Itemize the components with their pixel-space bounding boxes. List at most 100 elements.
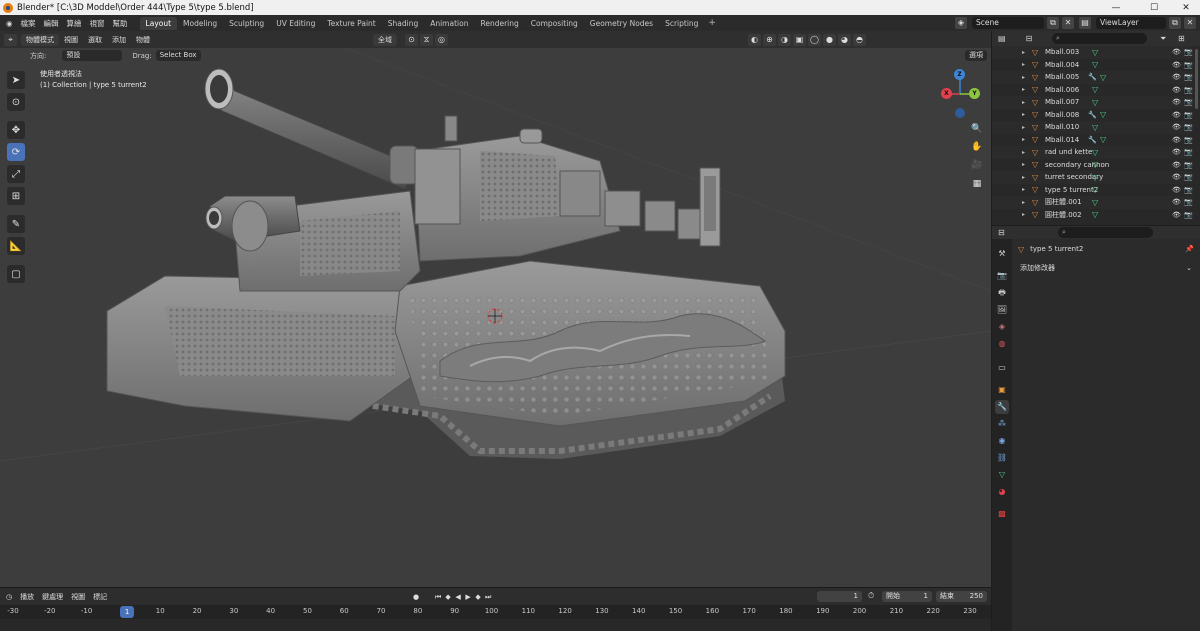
tab-texture-paint[interactable]: Texture Paint: [321, 17, 381, 30]
expand-chevron-icon[interactable]: ▸: [1022, 136, 1025, 143]
data-tab-icon[interactable]: ▽: [995, 468, 1009, 482]
view-layer-field[interactable]: ViewLayer: [1096, 17, 1166, 29]
eye-icon[interactable]: 👁: [1172, 111, 1181, 119]
start-frame-field[interactable]: 開始 1: [882, 591, 932, 602]
outliner-row[interactable]: ▸ ▽ turret secondary ▽ 👁 📷: [992, 171, 1193, 184]
orientation-dropdown[interactable]: 預設: [62, 50, 123, 61]
tab-modeling[interactable]: Modeling: [177, 17, 223, 30]
new-view-layer-icon[interactable]: ⧉: [1169, 17, 1181, 29]
gizmo-z-axis[interactable]: Z: [954, 69, 965, 80]
tab-animation[interactable]: Animation: [424, 17, 474, 30]
zoom-icon[interactable]: 🔍: [969, 121, 985, 137]
tool-tab-icon[interactable]: ⚒: [995, 247, 1009, 261]
menu-edit[interactable]: 編輯: [40, 18, 63, 29]
expand-chevron-icon[interactable]: ▸: [1022, 174, 1025, 181]
record-icon[interactable]: ●: [411, 592, 421, 602]
render-tab-icon[interactable]: 📷: [995, 269, 1009, 283]
menu-add[interactable]: 添加: [107, 35, 131, 45]
mesh-data-icon[interactable]: ▽: [1092, 185, 1098, 194]
object-tab-icon[interactable]: ▣: [995, 383, 1009, 397]
outliner-row[interactable]: ▸ ▽ Mball.010 ▽ 👁 📷: [992, 121, 1193, 134]
output-tab-icon[interactable]: 🖶: [995, 286, 1009, 300]
eye-icon[interactable]: 👁: [1172, 98, 1181, 106]
modifier-icon[interactable]: 🔧: [1088, 73, 1097, 81]
mesh-data-icon[interactable]: ▽: [1092, 60, 1098, 69]
eye-icon[interactable]: 👁: [1172, 161, 1181, 169]
expand-chevron-icon[interactable]: ▸: [1022, 124, 1025, 131]
outliner-row[interactable]: ▸ ▽ Mball.006 ▽ 👁 📷: [992, 84, 1193, 97]
cursor-tool-icon[interactable]: ⊙: [7, 93, 25, 111]
menu-file[interactable]: 檔案: [17, 18, 40, 29]
rotate-tool-icon[interactable]: ⟳: [7, 143, 25, 161]
expand-chevron-icon[interactable]: ▸: [1022, 111, 1025, 118]
menu-select[interactable]: 選取: [83, 35, 107, 45]
expand-chevron-icon[interactable]: ▸: [1022, 61, 1025, 68]
camera-view-icon[interactable]: 🎥: [969, 157, 985, 173]
material-shading-icon[interactable]: ◕: [838, 33, 851, 46]
tab-sculpting[interactable]: Sculpting: [223, 17, 270, 30]
timeline-menu-playback[interactable]: 播放: [16, 592, 38, 602]
outliner-row[interactable]: ▸ ▽ Mball.007 ▽ 👁 📷: [992, 96, 1193, 109]
filter-icon[interactable]: ⏷: [1160, 34, 1166, 44]
outliner-row[interactable]: ▸ ▽ secondary cannon ▽ 👁 📷: [992, 159, 1193, 172]
outliner[interactable]: ▤ ⊟ ⌕ ⏷ ⊞ ▸ ▽ Mball.003 ▽ 👁 📷 ▸ ▽ Mball.004 ▽ 👁 📷 ▸ ▽…: [992, 31, 1200, 225]
play-reverse-icon[interactable]: ◀: [453, 592, 463, 602]
pivot-icon[interactable]: ⊙: [405, 33, 418, 46]
texture-tab-icon[interactable]: ▩: [995, 507, 1009, 521]
stopwatch-icon[interactable]: ⏱: [868, 591, 874, 601]
expand-chevron-icon[interactable]: ▸: [1022, 99, 1025, 106]
collection-tab-icon[interactable]: ▭: [995, 361, 1009, 375]
expand-chevron-icon[interactable]: ▸: [1022, 49, 1025, 56]
expand-chevron-icon[interactable]: ▸: [1022, 211, 1025, 218]
select-tool-icon[interactable]: ➤: [7, 71, 25, 89]
render-camera-icon[interactable]: 📷: [1184, 198, 1193, 206]
outliner-row[interactable]: ▸ ▽ Mball.003 ▽ 👁 📷: [992, 46, 1193, 59]
outliner-row[interactable]: ▸ ▽ 圓柱體.002 ▽ 👁 📷: [992, 209, 1193, 222]
eye-icon[interactable]: 👁: [1172, 73, 1181, 81]
snap-icon[interactable]: ⧖: [420, 33, 433, 46]
timeline-menu-view[interactable]: 視圖: [67, 592, 89, 602]
visibility-icon[interactable]: ◐: [748, 33, 761, 46]
mesh-data-icon[interactable]: ▽: [1092, 160, 1098, 169]
material-tab-icon[interactable]: ◕: [995, 485, 1009, 499]
eye-icon[interactable]: 👁: [1172, 173, 1181, 181]
tab-shading[interactable]: Shading: [382, 17, 424, 30]
add-modifier-dropdown[interactable]: 添加修改器 ⌄: [1016, 261, 1196, 275]
prev-keyframe-icon[interactable]: ◆: [443, 592, 453, 602]
menu-view[interactable]: 視圖: [59, 35, 83, 45]
ortho-grid-icon[interactable]: ▦: [969, 176, 985, 192]
end-frame-field[interactable]: 結束 250: [936, 591, 987, 602]
eye-icon[interactable]: 👁: [1172, 123, 1181, 131]
rendered-shading-icon[interactable]: ◓: [853, 33, 866, 46]
outliner-row[interactable]: ▸ ▽ Mball.014 🔧 ▽ 👁 📷: [992, 134, 1193, 147]
add-workspace-button[interactable]: +: [704, 18, 720, 28]
render-camera-icon[interactable]: 📷: [1184, 98, 1193, 106]
mesh-data-icon[interactable]: ▽: [1100, 135, 1106, 144]
annotate-tool-icon[interactable]: ✎: [7, 215, 25, 233]
timeline-menu-marker[interactable]: 標記: [89, 592, 111, 602]
options-dropdown[interactable]: 選項: [965, 50, 987, 61]
eye-icon[interactable]: 👁: [1172, 86, 1181, 94]
modifier-icon[interactable]: 🔧: [1088, 136, 1097, 144]
menu-object[interactable]: 物體: [131, 35, 155, 45]
tab-uv-editing[interactable]: UV Editing: [270, 17, 321, 30]
move-tool-icon[interactable]: ✥: [7, 121, 25, 139]
menu-help[interactable]: 幫助: [109, 18, 132, 29]
properties-editor[interactable]: ⊟ ⌕ ⚒ 📷 🖶 🖼 ◈ ◍ ▭ ▣ 🔧 ⁂ ◉ ⛓ ▽ ◕ ▩ ▽ type…: [992, 226, 1200, 631]
close-button[interactable]: ✕: [1174, 0, 1198, 15]
modifier-tab-icon[interactable]: 🔧: [995, 400, 1009, 414]
jump-start-icon[interactable]: ⏮: [433, 592, 443, 602]
maximize-button[interactable]: ☐: [1142, 0, 1166, 15]
new-collection-icon[interactable]: ⊞: [1178, 34, 1185, 43]
scale-tool-icon[interactable]: ⤢: [7, 165, 25, 183]
new-scene-icon[interactable]: ⧉: [1047, 17, 1059, 29]
constraints-tab-icon[interactable]: ⛓: [995, 451, 1009, 465]
object-mode-dropdown[interactable]: 物體模式: [21, 33, 59, 46]
render-camera-icon[interactable]: 📷: [1184, 111, 1193, 119]
gizmo-x-axis[interactable]: X: [941, 88, 952, 99]
mesh-data-icon[interactable]: ▽: [1092, 210, 1098, 219]
transform-tool-icon[interactable]: ⊞: [7, 187, 25, 205]
pin-icon[interactable]: 📌: [1185, 245, 1194, 253]
properties-editor-type-icon[interactable]: ⊟: [998, 228, 1005, 237]
render-camera-icon[interactable]: 📷: [1184, 86, 1193, 94]
